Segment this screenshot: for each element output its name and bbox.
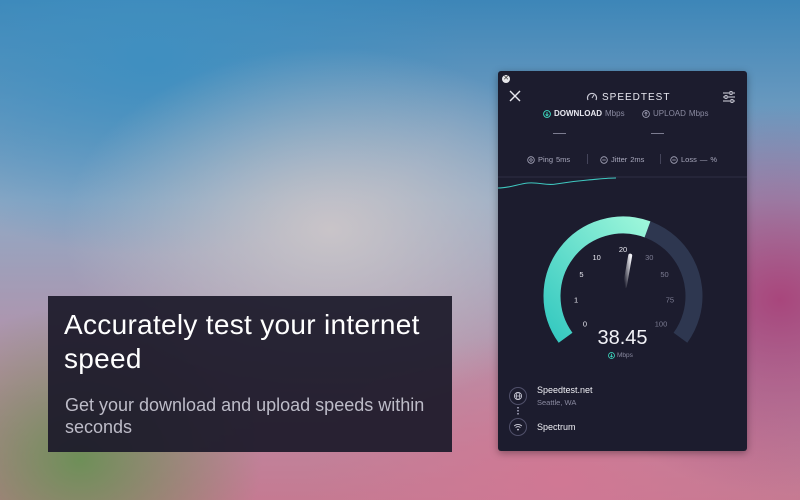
- speed-unit-label: Mbps: [617, 352, 633, 359]
- upload-arrow-icon: [642, 109, 650, 118]
- upload-label: UPLOAD: [653, 109, 686, 118]
- gauge-tick-label: 30: [645, 253, 653, 262]
- upload-unit: Mbps: [688, 109, 709, 118]
- speed-unit: Mbps: [608, 352, 633, 359]
- ping-icon: [527, 155, 535, 164]
- loss-unit: %: [710, 155, 718, 164]
- upload-heading: UPLOAD Mbps: [642, 109, 708, 118]
- throughput-wave-divider: [498, 176, 747, 189]
- close-icon[interactable]: [508, 89, 522, 103]
- gauge-tick-label: 75: [666, 295, 674, 304]
- jitter-metric: Jitter 2ms: [600, 155, 644, 164]
- ping-value: 5ms: [556, 155, 571, 164]
- jitter-value: 2ms: [630, 155, 645, 164]
- promo-headline: Accurately test your internet speed: [64, 309, 420, 374]
- gauge-tick-label: 10: [593, 253, 601, 262]
- download-label: DOWNLOAD: [554, 109, 602, 118]
- isp-name: Spectrum: [537, 422, 576, 432]
- server-location: Seattle, WA: [537, 398, 577, 407]
- window-close-button[interactable]: ✕: [502, 75, 510, 83]
- current-speed-value: 38.45: [597, 327, 648, 349]
- gauge-tick-label: 20: [619, 245, 627, 254]
- gauge-fill: [543, 216, 651, 343]
- server-button[interactable]: [509, 387, 527, 405]
- metric-divider: [660, 154, 661, 164]
- download-arrow-icon: [543, 109, 551, 118]
- gauge-tick-label: 1: [574, 295, 578, 304]
- upload-value-placeholder: [651, 133, 664, 134]
- gauge-tick-label: 50: [660, 270, 668, 279]
- metric-divider: [587, 154, 588, 164]
- loss-label: Loss: [681, 155, 697, 164]
- gauge-tick-label: 5: [579, 270, 583, 279]
- settings-sliders-icon[interactable]: [722, 90, 736, 104]
- download-unit: Mbps: [605, 109, 625, 118]
- gauge-needle-line: [622, 253, 633, 289]
- loss-metric: Loss — %: [670, 155, 717, 164]
- gauge-needle: [622, 253, 633, 289]
- connection-dots: [517, 407, 519, 415]
- ping-label: Ping: [538, 155, 554, 164]
- app-title: SPEEDTEST: [602, 91, 671, 103]
- promo-panel: Accurately test your internet speed Get …: [48, 296, 452, 452]
- server-name[interactable]: Speedtest.net: [537, 385, 593, 395]
- loss-icon: [670, 155, 678, 164]
- speedtest-window: SPEEDTEST DOWNLOAD Mbps UPLOAD Mbps Ping…: [498, 71, 747, 451]
- loss-value: —: [699, 155, 708, 164]
- speedometer-logo-icon: [586, 92, 598, 101]
- ping-metric: Ping 5ms: [527, 155, 570, 164]
- globe-icon: [514, 392, 522, 400]
- download-heading: DOWNLOAD Mbps: [543, 109, 625, 118]
- speed-gauge: 0151020305075100: [543, 216, 703, 343]
- app-logo: SPEEDTEST: [586, 90, 670, 104]
- isp-button[interactable]: [509, 418, 527, 436]
- download-arrow-icon: [608, 352, 615, 359]
- jitter-label: Jitter: [611, 155, 628, 164]
- wifi-icon: [513, 424, 523, 431]
- jitter-icon: [600, 155, 608, 164]
- promo-subtext: Get your download and upload speeds with…: [65, 395, 425, 437]
- gauge-fill-arc: [543, 216, 651, 343]
- download-value-placeholder: [553, 133, 566, 134]
